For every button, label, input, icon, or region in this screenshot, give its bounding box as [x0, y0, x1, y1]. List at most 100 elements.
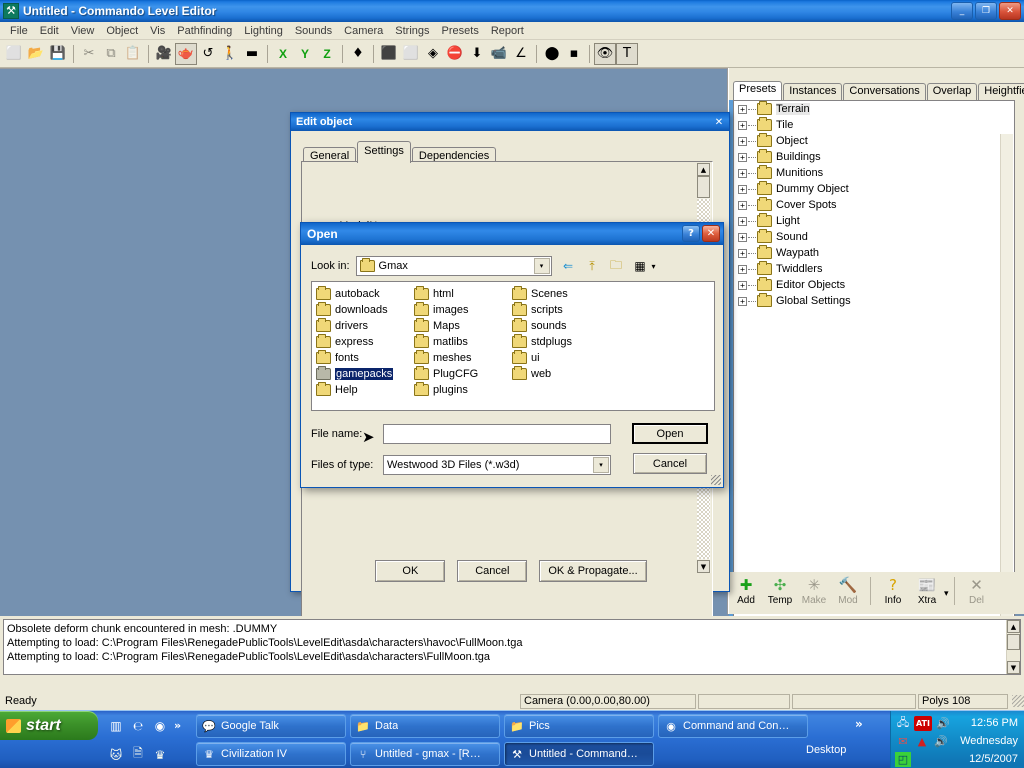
log-output[interactable]: Obsolete deform chunk encountered in mes…	[3, 619, 1021, 675]
tree-item[interactable]: +Global Settings	[734, 293, 1014, 309]
views-icon[interactable]: ▦	[630, 256, 651, 276]
expand-icon[interactable]: +	[738, 137, 747, 146]
tree-item[interactable]: +Light	[734, 213, 1014, 229]
axis-y-icon[interactable]: Y	[294, 43, 316, 65]
views-dropdown-icon[interactable]: ▾	[652, 262, 656, 271]
menu-item-strings[interactable]: Strings	[389, 24, 435, 38]
tree-scrollbar-vertical[interactable]	[1000, 134, 1013, 630]
bf2142-icon[interactable]: ▥	[108, 718, 124, 734]
rgb-spheres-icon[interactable]: ⬤	[541, 43, 563, 65]
file-name-input[interactable]	[383, 424, 611, 444]
resize-grip[interactable]	[711, 475, 721, 485]
file-list[interactable]: autobackdownloadsdriversexpressfontsgame…	[311, 281, 715, 411]
quick-launch-chevron[interactable]: »	[174, 719, 181, 732]
expand-icon[interactable]: +	[738, 169, 747, 178]
scroll-up-icon[interactable]: ▲	[1007, 620, 1020, 633]
file-list-item[interactable]: stdplugs	[512, 334, 610, 350]
expand-icon[interactable]: +	[738, 217, 747, 226]
wireframe-cube-icon[interactable]: ⬛	[378, 43, 400, 65]
menu-item-vis[interactable]: Vis	[144, 24, 171, 38]
file-list-item[interactable]: Scenes	[512, 286, 610, 302]
dock-tab-instances[interactable]: Instances	[783, 83, 842, 100]
chevron-down-icon[interactable]: ▾	[593, 457, 609, 473]
open-button[interactable]: Open	[632, 423, 708, 444]
expand-icon[interactable]: +	[738, 281, 747, 290]
eye-cone-icon[interactable]: ◈	[422, 43, 444, 65]
tree-item[interactable]: +Editor Objects	[734, 277, 1014, 293]
start-button[interactable]: start	[0, 711, 98, 740]
dock-tab-presets[interactable]: Presets	[733, 81, 782, 100]
taskbar-button[interactable]: ◉Command and Con…	[658, 714, 808, 738]
drop-to-ground-icon[interactable]: ♦	[347, 43, 369, 65]
scroll-thumb[interactable]	[1007, 634, 1020, 650]
help-button[interactable]: ?	[682, 225, 700, 242]
taskbar-button[interactable]: ⚒Untitled - Command…	[504, 742, 654, 766]
new-folder-icon[interactable]: 🗀	[606, 256, 627, 276]
back-arrow-icon[interactable]: ⇐	[558, 256, 579, 276]
task-overflow-chevron[interactable]: »	[855, 717, 863, 731]
tree-item[interactable]: +Object	[734, 133, 1014, 149]
file-list-item[interactable]: express	[316, 334, 414, 350]
avg-icon[interactable]: ▲	[914, 734, 930, 749]
menu-item-lighting[interactable]: Lighting	[238, 24, 289, 38]
scroll-thumb[interactable]	[697, 176, 710, 198]
file-list-item[interactable]: Help	[316, 382, 414, 398]
camera2-icon[interactable]: 📹	[488, 43, 510, 65]
expand-icon[interactable]: +	[738, 185, 747, 194]
internet-explorer-icon[interactable]: ℮	[130, 718, 146, 734]
axis-z-icon[interactable]: Z	[316, 43, 338, 65]
info-button[interactable]: ?Info	[876, 575, 910, 606]
edit-tab-settings[interactable]: Settings	[357, 141, 411, 163]
copy-icon[interactable]: ⧉	[100, 43, 122, 65]
dock-tab-conversations[interactable]: Conversations	[843, 83, 925, 100]
solid-cube-icon[interactable]: ⬜	[400, 43, 422, 65]
axis-x-icon[interactable]: X	[272, 43, 294, 65]
menu-item-camera[interactable]: Camera	[338, 24, 389, 38]
taskbar-button[interactable]: ⑂Untitled - gmax - [R…	[350, 742, 500, 766]
file-list-item[interactable]: Maps	[414, 318, 512, 334]
taskbar-button[interactable]: ♛Civilization IV	[196, 742, 346, 766]
network-icon[interactable]: 🖧	[895, 716, 911, 731]
text-tool-icon[interactable]: T	[616, 43, 638, 65]
file-list-item[interactable]: sounds	[512, 318, 610, 334]
resize-grip[interactable]	[1012, 695, 1024, 707]
menu-item-pathfinding[interactable]: Pathfinding	[171, 24, 238, 38]
file-list-item[interactable]: plugins	[414, 382, 512, 398]
rotate-icon[interactable]: ↺	[197, 43, 219, 65]
file-list-item[interactable]: web	[512, 366, 610, 382]
menu-item-presets[interactable]: Presets	[436, 24, 485, 38]
media-player-icon[interactable]: ◉	[152, 718, 168, 734]
visibility-eye-icon[interactable]: 👁	[594, 43, 616, 65]
clock[interactable]: 12:56 PM Wednesday 12/5/2007	[953, 711, 1024, 768]
tree-item[interactable]: +Cover Spots	[734, 197, 1014, 213]
presets-tree[interactable]: +Terrain+Tile+Object+Buildings+Munitions…	[733, 100, 1015, 630]
save-icon[interactable]: 💾	[47, 43, 69, 65]
taskbar-button[interactable]: 📁Pics	[504, 714, 654, 738]
file-list-item[interactable]: PlugCFG	[414, 366, 512, 382]
maximize-button[interactable]: ❐	[975, 2, 997, 20]
tree-item[interactable]: +Sound	[734, 229, 1014, 245]
rgb-cubes-icon[interactable]: ▪	[563, 43, 585, 65]
ok-propagate-button[interactable]: OK & Propagate...	[539, 560, 646, 582]
walk-mode-icon[interactable]: 🚶	[219, 43, 241, 65]
scroll-up-icon[interactable]: ▲	[697, 163, 710, 176]
file-list-item[interactable]: drivers	[316, 318, 414, 334]
close-button[interactable]: ✕	[702, 225, 720, 242]
close-button[interactable]: ✕	[999, 2, 1021, 20]
expand-icon[interactable]: +	[738, 153, 747, 162]
temp-preset-button[interactable]: ✣Temp	[763, 575, 797, 606]
no-entry-icon[interactable]: ⛔	[444, 43, 466, 65]
ok-button[interactable]: OK	[375, 560, 445, 582]
file-list-item[interactable]: images	[414, 302, 512, 318]
up-one-level-icon[interactable]: ⤒	[582, 256, 603, 276]
file-list-item[interactable]: meshes	[414, 350, 512, 366]
expand-icon[interactable]: +	[738, 297, 747, 306]
volume-green-icon[interactable]: 🔊	[935, 716, 951, 731]
cancel-button[interactable]: Cancel	[633, 453, 707, 474]
taskbar-button[interactable]: 📁Data	[350, 714, 500, 738]
file-list-item[interactable]: downloads	[316, 302, 414, 318]
file-list-item[interactable]: html	[414, 286, 512, 302]
tree-item[interactable]: +Buildings	[734, 149, 1014, 165]
close-icon[interactable]: ✕	[712, 115, 726, 129]
camera-icon[interactable]: 🎥	[153, 43, 175, 65]
